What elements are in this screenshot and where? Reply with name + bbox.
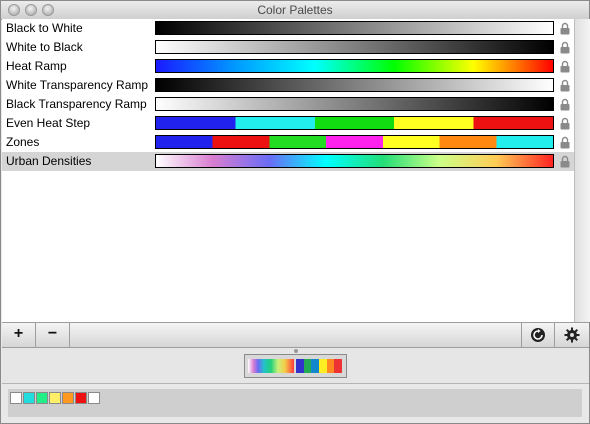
palette-ramp	[155, 59, 554, 73]
palette-row[interactable]: White Transparency Ramp	[2, 76, 574, 95]
palette-toolbar: + −	[2, 322, 589, 348]
gear-icon	[564, 327, 580, 343]
palette-row[interactable]: Black to White	[2, 19, 574, 38]
preview-gradient	[248, 359, 294, 373]
preview-step	[296, 359, 304, 373]
window-title: Color Palettes	[257, 3, 333, 17]
splitter-grip[interactable]	[294, 349, 298, 353]
palette-name: White to Black	[6, 40, 83, 54]
palette-name: Heat Ramp	[6, 59, 67, 73]
preview-step	[311, 359, 320, 373]
color-swatch[interactable]	[88, 392, 100, 404]
refresh-icon	[531, 328, 545, 342]
lock-icon[interactable]	[560, 117, 570, 130]
preview-steps	[296, 359, 343, 373]
preview-step	[326, 359, 335, 373]
palette-ramp	[155, 40, 554, 54]
palette-ramp	[155, 135, 554, 149]
palette-row[interactable]: White to Black	[2, 38, 574, 57]
preview-step	[334, 359, 343, 373]
vertical-scrollbar[interactable]	[574, 19, 590, 322]
palette-preview-area	[2, 348, 589, 384]
palette-ramp	[155, 21, 554, 35]
refresh-button[interactable]	[521, 323, 555, 347]
palette-row[interactable]: Black Transparency Ramp	[2, 95, 574, 114]
preview-step	[303, 359, 312, 373]
lock-icon[interactable]	[560, 41, 570, 54]
palette-name: Zones	[6, 135, 40, 149]
palette-ramp	[155, 78, 554, 92]
palette-row[interactable]: Heat Ramp	[2, 57, 574, 76]
color-swatch[interactable]	[75, 392, 87, 404]
preview-step	[319, 359, 327, 373]
color-palettes-window: Color Palettes Black to White White to Bl…	[0, 0, 590, 424]
color-swatch[interactable]	[62, 392, 74, 404]
lock-icon[interactable]	[560, 98, 570, 111]
remove-palette-button[interactable]: −	[36, 323, 70, 347]
palette-name: Even Heat Step	[6, 116, 91, 130]
color-swatch[interactable]	[10, 392, 22, 404]
palette-ramp	[155, 97, 554, 111]
add-palette-button[interactable]: +	[2, 323, 36, 347]
lock-icon[interactable]	[560, 155, 570, 168]
lock-icon[interactable]	[560, 60, 570, 73]
palette-name: White Transparency Ramp	[6, 78, 149, 92]
palette-name: Black to White	[6, 21, 83, 35]
lock-icon[interactable]	[560, 79, 570, 92]
palette-list[interactable]: Black to White White to Black Heat Ramp Whi…	[2, 19, 574, 322]
color-swatch-strip	[8, 389, 582, 417]
palette-row[interactable]: Even Heat Step	[2, 114, 574, 133]
palette-ramp	[155, 116, 554, 130]
palette-row[interactable]: Zones	[2, 133, 574, 152]
palette-ramp	[155, 154, 554, 168]
lock-icon[interactable]	[560, 136, 570, 149]
color-swatch[interactable]	[36, 392, 48, 404]
palette-name: Urban Densities	[6, 154, 92, 168]
palette-name: Black Transparency Ramp	[6, 97, 147, 111]
color-swatch[interactable]	[23, 392, 35, 404]
lock-icon[interactable]	[560, 22, 570, 35]
palette-row[interactable]: Urban Densities	[2, 152, 574, 171]
settings-button[interactable]	[555, 323, 589, 347]
palette-preview	[244, 354, 347, 378]
title-bar[interactable]: Color Palettes	[1, 1, 589, 20]
color-swatch[interactable]	[49, 392, 61, 404]
